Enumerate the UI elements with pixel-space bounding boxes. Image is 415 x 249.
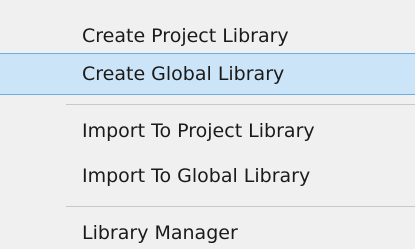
menu-item-label: Create Global Library (82, 63, 285, 85)
menu-item-label: Import To Project Library (82, 120, 315, 142)
menu-item-import-to-global-library[interactable]: Import To Global Library (0, 155, 415, 197)
menu-separator (66, 104, 415, 105)
menu-item-library-manager[interactable]: Library Manager (0, 212, 415, 249)
menu-separator (66, 206, 415, 207)
menu-item-label: Library Manager (82, 222, 238, 244)
menu-item-label: Import To Global Library (82, 165, 311, 187)
menu-item-label: Create Project Library (82, 25, 289, 47)
menu-item-create-global-library[interactable]: Create Global Library (0, 53, 415, 95)
context-menu: Create Project Library Create Global Lib… (0, 0, 415, 249)
menu-item-import-to-project-library[interactable]: Import To Project Library (0, 110, 415, 152)
menu-item-create-project-library[interactable]: Create Project Library (0, 15, 415, 57)
